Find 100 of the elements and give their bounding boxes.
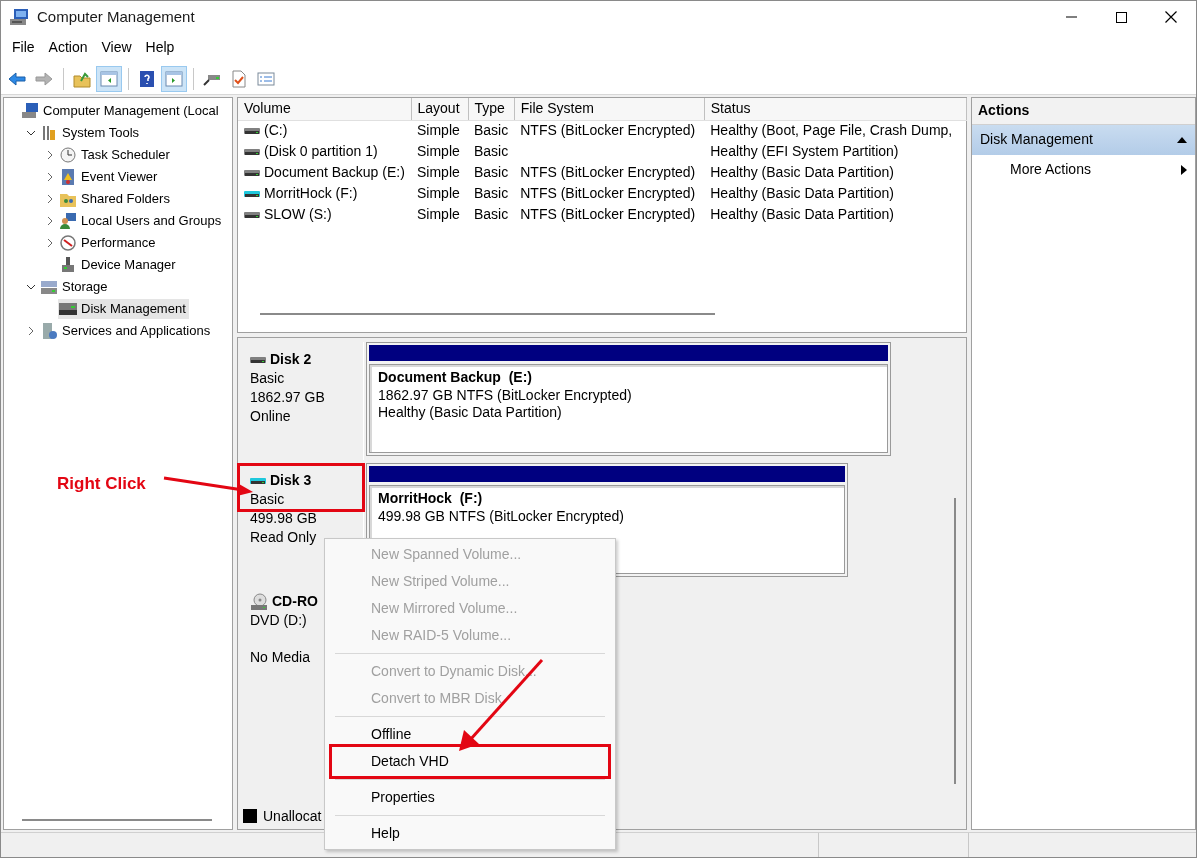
- table-cell: NTFS (BitLocker Encrypted): [520, 205, 696, 222]
- tree-item[interactable]: Disk Management: [58, 299, 189, 319]
- table-cell: Healthy (Basic Data Partition): [710, 163, 894, 180]
- table-cell: Simple: [417, 122, 460, 138]
- checklist-icon: [229, 68, 249, 89]
- drive-icon: [244, 189, 260, 198]
- menu-item[interactable]: Offline: [333, 721, 607, 748]
- clock-icon: [59, 146, 77, 164]
- column-header[interactable]: Volume: [238, 98, 411, 120]
- expand-icon[interactable]: [45, 238, 55, 248]
- tree-item[interactable]: Device Manager: [58, 255, 179, 275]
- column-header[interactable]: Status: [704, 98, 967, 120]
- pane-toggle-icon: [164, 68, 184, 89]
- menu-item[interactable]: Action: [41, 37, 95, 59]
- tree-item[interactable]: Local Users and Groups: [58, 211, 225, 231]
- action-item[interactable]: More Actions: [972, 155, 1195, 184]
- disk-info: 499.98 GB: [250, 510, 317, 526]
- menu-item[interactable]: Help: [333, 820, 607, 847]
- drive-icon: [244, 147, 260, 156]
- table-cell: Basic: [474, 205, 509, 222]
- expand-icon[interactable]: [45, 150, 55, 160]
- users-icon: [59, 212, 77, 230]
- expand-icon[interactable]: [26, 326, 36, 336]
- storage-icon: [40, 278, 58, 296]
- window-title: Computer Management: [37, 7, 195, 27]
- menu-item[interactable]: Properties: [333, 784, 607, 811]
- disk-name: Disk 2: [270, 350, 312, 369]
- drive-icon: [244, 168, 260, 177]
- expand-icon[interactable]: [45, 194, 55, 204]
- disk-info: Basic: [250, 491, 285, 507]
- table-cell: Basic: [474, 142, 509, 159]
- disk-info: No Media: [250, 649, 310, 665]
- table-cell: Healthy (Basic Data Partition): [710, 205, 894, 222]
- table-cell: NTFS (BitLocker Encrypted): [520, 163, 696, 180]
- tools-icon: [40, 124, 58, 142]
- disc-drive-icon: [250, 592, 268, 611]
- column-header[interactable]: Type: [468, 98, 515, 120]
- collapse-icon: [1177, 136, 1187, 144]
- partition-name: MorritHock (F:): [378, 490, 483, 506]
- partition-name: Document Backup (E:): [378, 369, 532, 385]
- table-cell: Simple: [417, 184, 460, 201]
- help-icon: [137, 68, 157, 89]
- column-header[interactable]: Layout: [411, 98, 468, 120]
- menu-item[interactable]: Detach VHD: [333, 748, 607, 775]
- tree-item[interactable]: Performance: [58, 233, 159, 253]
- table-cell: Basic: [474, 163, 509, 180]
- table-cell: MorritHock (F:): [264, 184, 358, 203]
- drive-icon: [250, 476, 266, 485]
- table-cell: (Disk 0 partition 1): [264, 142, 378, 161]
- submenu-arrow-icon: [1181, 164, 1187, 175]
- table-cell: Healthy (Basic Data Partition): [710, 184, 894, 201]
- disk-info: 1862.97 GB: [250, 389, 325, 405]
- table-cell: Basic: [474, 184, 509, 201]
- partition-info: Healthy (Basic Data Partition): [378, 404, 562, 420]
- table-cell: SLOW (S:): [264, 205, 332, 224]
- gauge-icon: [59, 234, 77, 252]
- table-cell: Healthy (Boot, Page File, Crash Dump,: [710, 122, 953, 138]
- tree-item[interactable]: System Tools: [39, 123, 143, 143]
- disk-name: CD-RO: [272, 592, 318, 611]
- tree-item[interactable]: Services and Applications: [39, 321, 214, 341]
- expand-icon[interactable]: [26, 282, 36, 292]
- tree-item[interactable]: Computer Management (Local: [20, 101, 222, 121]
- expand-icon[interactable]: [45, 216, 55, 226]
- action-section[interactable]: Disk Management: [972, 125, 1195, 155]
- partition-info: 1862.97 GB NTFS (BitLocker Encrypted): [378, 386, 632, 403]
- drive-icon: [250, 355, 266, 364]
- menu-item[interactable]: Help: [138, 37, 182, 59]
- tree-item[interactable]: Task Scheduler: [58, 145, 173, 165]
- table-cell: (C:): [264, 122, 288, 140]
- expand-icon[interactable]: [26, 128, 36, 138]
- tree-item[interactable]: Storage: [39, 277, 111, 297]
- menu-item[interactable]: File: [5, 37, 42, 59]
- column-header[interactable]: File System: [514, 98, 705, 120]
- drive-icon: [244, 210, 260, 219]
- table-cell: NTFS (BitLocker Encrypted): [520, 122, 696, 138]
- computer-icon: [21, 102, 39, 120]
- table-cell: Document Backup (E:): [264, 163, 405, 182]
- disk-info: DVD (D:): [250, 612, 307, 628]
- table-cell: Simple: [417, 142, 460, 159]
- device-icon: [59, 256, 77, 274]
- legend-label: Unallocat: [263, 807, 322, 825]
- disk-info: Read Only: [250, 529, 317, 545]
- log-icon: [59, 168, 77, 186]
- drive-icon: [59, 300, 77, 318]
- table-cell: Healthy (EFI System Partition): [710, 142, 899, 159]
- annotation-label: Right Click: [57, 473, 146, 495]
- disk-info: Online: [250, 408, 291, 424]
- close-icon: [1165, 11, 1177, 23]
- tree-item[interactable]: Event Viewer: [58, 167, 161, 187]
- tree-item[interactable]: Shared Folders: [58, 189, 173, 209]
- disk-info: Basic: [250, 370, 285, 386]
- minimize-icon: [1065, 16, 1077, 18]
- drive-icon: [244, 126, 260, 135]
- partition-info: 499.98 GB NTFS (BitLocker Encrypted): [378, 507, 624, 524]
- expand-icon[interactable]: [45, 172, 55, 182]
- pane-title: Actions: [978, 102, 1030, 120]
- menu-item[interactable]: View: [94, 37, 139, 59]
- table-cell: Basic: [474, 122, 509, 138]
- table-cell: Simple: [417, 205, 460, 222]
- table-cell: Simple: [417, 163, 460, 180]
